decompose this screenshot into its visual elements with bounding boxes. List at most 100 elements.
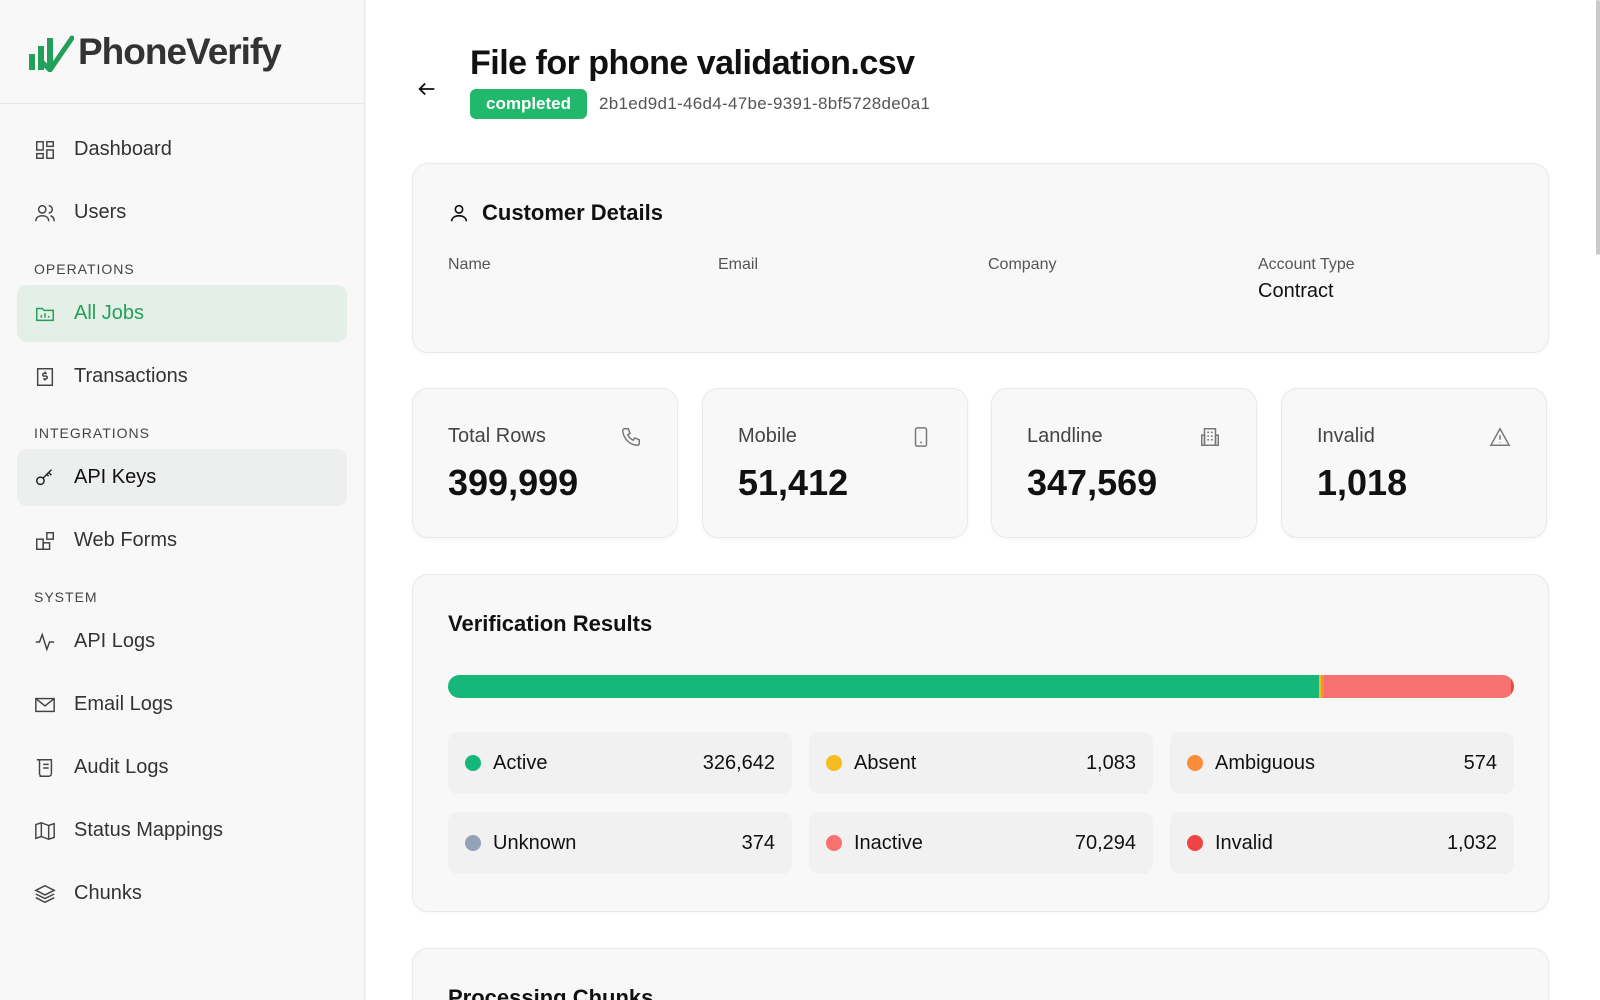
field-label: Email [718, 256, 759, 273]
sidebar-item-audit-logs[interactable]: Audit Logs [17, 739, 347, 796]
result-invalid: Invalid 1,032 [1170, 812, 1514, 874]
stat-label: Total Rows [448, 425, 546, 447]
status-dot [826, 835, 842, 851]
scrollbar[interactable] [1596, 0, 1600, 255]
status-dot [826, 755, 842, 771]
stat-card-mobile: Mobile 51,412 [702, 388, 968, 538]
result-count: 326,642 [702, 751, 775, 774]
sidebar-item-web-forms[interactable]: Web Forms [17, 512, 347, 569]
section-label-integrations: INTEGRATIONS [34, 425, 150, 441]
sidebar-item-transactions[interactable]: Transactions [17, 348, 347, 405]
receipt-icon [36, 367, 54, 386]
status-dot [1187, 835, 1203, 851]
result-label: Inactive [854, 831, 923, 854]
stat-value: 347,569 [1027, 462, 1158, 503]
results-progress-bar [448, 675, 1514, 698]
job-id: 2b1ed9d1-46d4-47be-9391-8bf5728de0a1 [599, 94, 931, 113]
sidebar-item-label: Web Forms [74, 529, 177, 551]
stat-label: Mobile [738, 425, 797, 447]
sidebar-item-all-jobs[interactable]: All Jobs [17, 285, 347, 342]
result-label: Unknown [493, 831, 577, 854]
stat-value: 1,018 [1317, 462, 1408, 503]
result-active: Active 326,642 [448, 732, 792, 794]
layers-icon [34, 884, 56, 903]
section-label-operations: OPERATIONS [34, 261, 135, 277]
sidebar-item-label: Audit Logs [74, 756, 169, 778]
forms-icon [36, 531, 54, 550]
sidebar-item-label: API Keys [74, 466, 157, 488]
section-label-system: SYSTEM [34, 589, 98, 605]
sidebar-item-label: All Jobs [74, 302, 145, 324]
logo[interactable]: PhoneVerify [0, 0, 364, 104]
status-badge: completed [470, 89, 588, 119]
result-label: Ambiguous [1215, 751, 1316, 774]
processing-chunks-card: Processing Chunks [412, 948, 1549, 1000]
back-button[interactable] [412, 74, 442, 104]
field-label: Company [988, 256, 1057, 273]
dashboard-icon [36, 140, 54, 159]
mail-icon [35, 697, 55, 712]
stat-card-total-rows: Total Rows 399,999 [412, 388, 678, 538]
result-label: Active [493, 751, 548, 774]
field-name: Name [448, 256, 718, 303]
field-account-type: Account Type Contract [1258, 256, 1528, 303]
field-label: Name [448, 256, 491, 273]
field-label: Account Type [1258, 256, 1355, 273]
arrow-left-icon [418, 82, 435, 96]
map-icon [35, 821, 55, 840]
result-count: 574 [1463, 751, 1497, 774]
sidebar-nav: Dashboard Users OPERATIONS All Jobs Tran… [0, 104, 364, 945]
sidebar-item-api-logs[interactable]: API Logs [17, 613, 347, 670]
smartphone-icon [914, 426, 928, 447]
sidebar: PhoneVerify Dashboard Users OPERATIONS A… [0, 0, 365, 1000]
sidebar-item-label: Users [74, 201, 127, 223]
bar-segment-invalid [1511, 675, 1514, 698]
folder-icon [36, 307, 54, 321]
result-label: Absent [854, 751, 917, 774]
activity-icon [35, 631, 55, 652]
sidebar-item-label: Transactions [74, 365, 188, 387]
page-header: File for phone validation.csv completed … [412, 44, 930, 119]
stat-card-invalid: Invalid 1,018 [1281, 388, 1547, 538]
sidebar-item-users[interactable]: Users [17, 184, 347, 241]
result-count: 70,294 [1074, 831, 1136, 854]
stat-value: 399,999 [448, 462, 579, 503]
result-count: 1,083 [1085, 751, 1136, 774]
card-title: Verification Results [448, 611, 653, 636]
main-content: File for phone validation.csv completed … [366, 0, 1600, 1000]
sidebar-item-api-keys[interactable]: API Keys [17, 449, 347, 506]
key-icon [36, 468, 52, 485]
field-email: Email [718, 256, 988, 303]
sidebar-item-status-mappings[interactable]: Status Mappings [17, 802, 347, 859]
user-icon [450, 204, 468, 222]
scroll-icon [36, 758, 53, 777]
bar-segment-active [448, 675, 1319, 698]
sidebar-item-email-logs[interactable]: Email Logs [17, 676, 347, 733]
sidebar-item-label: Chunks [74, 882, 142, 904]
bar-segment-inactive [1323, 675, 1512, 698]
field-value: Contract [1258, 280, 1334, 302]
sidebar-item-chunks[interactable]: Chunks [17, 865, 347, 922]
warning-icon [1489, 426, 1511, 446]
stat-label: Landline [1027, 425, 1103, 447]
sidebar-item-label: Status Mappings [74, 819, 223, 841]
status-dot [1187, 755, 1203, 771]
result-count: 374 [741, 831, 775, 854]
brand-name: PhoneVerify [78, 30, 282, 72]
sidebar-item-dashboard[interactable]: Dashboard [17, 121, 347, 178]
building-icon [1201, 427, 1219, 446]
sidebar-item-label: Email Logs [74, 693, 173, 715]
result-inactive: Inactive 70,294 [809, 812, 1153, 874]
card-title: Customer Details [482, 200, 663, 225]
chart-logo-icon [29, 35, 74, 72]
status-dot [465, 755, 481, 771]
stat-card-landline: Landline 347,569 [991, 388, 1257, 538]
result-absent: Absent 1,083 [809, 732, 1153, 794]
result-unknown: Unknown 374 [448, 812, 792, 874]
sidebar-item-label: API Logs [74, 630, 156, 652]
stat-value: 51,412 [738, 462, 849, 503]
status-dot [465, 835, 481, 851]
stat-label: Invalid [1317, 425, 1375, 447]
customer-details-card: Customer Details Name Email Company Acco… [412, 163, 1549, 353]
card-title: Processing Chunks [448, 985, 654, 1000]
